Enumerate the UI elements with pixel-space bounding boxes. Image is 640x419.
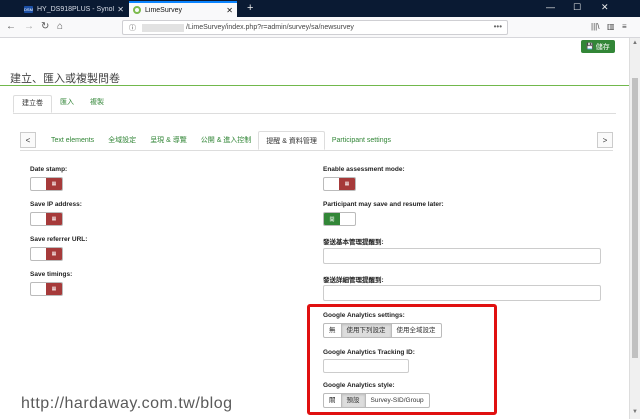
url-host-redacted [142, 23, 184, 32]
back-icon[interactable]: ← [6, 21, 16, 32]
date-stamp-label: Date stamp: [30, 166, 68, 173]
tab-label: LimeSurvey [145, 6, 182, 14]
toggle-off-icon: ▦ [46, 283, 62, 295]
save-referrer-label: Save referrer URL: [30, 236, 88, 243]
tab-create[interactable]: 建立卷 [13, 95, 52, 113]
tab-presentation[interactable]: 呈現 & 導覽 [143, 131, 194, 150]
toggle-on-label: 開 [324, 213, 340, 225]
limesurvey-icon [133, 6, 141, 14]
save-icon: 💾 [586, 44, 594, 50]
url-path: /LimeSurvey/index.php?r=admin/survey/sa/… [186, 24, 354, 31]
scroll-up-icon[interactable]: ▲ [632, 40, 638, 46]
save-ip-toggle[interactable]: ▦ [30, 212, 63, 226]
browser-navbar: ← → ↻ ⌂ ⓘ /LimeSurvey/index.php?r=admin/… [0, 17, 640, 38]
close-icon[interactable]: ✕ [226, 6, 233, 15]
save-ip-label: Save IP address: [30, 201, 82, 208]
annotation-highlight-box [307, 304, 497, 415]
save-button[interactable]: 💾 儲存 [581, 40, 615, 53]
assessment-label: Enable assessment mode: [323, 166, 405, 173]
toggle-off-icon: ▦ [46, 178, 62, 190]
scroll-left-button[interactable]: < [20, 132, 36, 148]
browser-tab-synology[interactable]: DSM HY_DS918PLUS - Synology D ✕ [20, 1, 128, 17]
url-bar[interactable]: ⓘ /LimeSurvey/index.php?r=admin/survey/s… [122, 20, 508, 35]
detailed-admin-email-input[interactable] [323, 285, 601, 301]
maximize-button[interactable]: ☐ [573, 2, 581, 13]
tab-label: HY_DS918PLUS - Synology D [37, 5, 114, 13]
reload-icon[interactable]: ↻ [41, 21, 49, 32]
tab-global-settings[interactable]: 全域設定 [101, 131, 143, 150]
save-resume-toggle[interactable]: 開 [323, 212, 356, 226]
menu-icon[interactable]: ≡ [622, 22, 627, 31]
new-tab-button[interactable]: + [247, 2, 253, 14]
save-referrer-toggle[interactable]: ▦ [30, 247, 63, 261]
basic-admin-email-input[interactable] [323, 248, 601, 264]
synology-icon: DSM [24, 5, 33, 13]
close-icon[interactable]: ✕ [117, 5, 124, 14]
title-divider [0, 85, 629, 86]
page-scrollbar[interactable]: ▲ ▼ [629, 38, 640, 419]
save-timings-toggle[interactable]: ▦ [30, 282, 63, 296]
toggle-off-icon: ▦ [46, 248, 62, 260]
basic-admin-label: 發送基本管理提醒到: [323, 239, 384, 246]
settings-subnav: < Text elements 全域設定 呈現 & 導覽 公開 & 進入控制 提… [20, 131, 613, 150]
detailed-admin-label: 發送詳細管理提醒到: [323, 277, 384, 284]
tab-text-elements[interactable]: Text elements [44, 131, 101, 150]
toggle-off-icon: ▦ [339, 178, 355, 190]
tab-copy[interactable]: 複製 [82, 95, 112, 113]
info-icon: ⓘ [129, 24, 136, 32]
save-resume-label: Participant may save and resume later: [323, 201, 444, 208]
library-icon[interactable]: |||\ [591, 22, 599, 31]
browser-tab-limesurvey[interactable]: LimeSurvey ✕ [129, 1, 237, 17]
toggle-off-icon: ▦ [46, 213, 62, 225]
close-window-button[interactable]: ✕ [601, 2, 609, 13]
page-actions-icon[interactable]: ••• [494, 22, 502, 31]
watermark-text: http://hardaway.com.tw/blog [21, 395, 233, 412]
tab-publication[interactable]: 公開 & 進入控制 [194, 131, 259, 150]
tab-participant-settings[interactable]: Participant settings [325, 131, 398, 150]
page-title: 建立、匯入或複製問卷 [10, 73, 120, 85]
minimize-button[interactable]: — [546, 2, 555, 12]
scroll-right-button[interactable]: > [597, 132, 613, 148]
scroll-down-icon[interactable]: ▼ [632, 409, 638, 415]
browser-titlebar: DSM HY_DS918PLUS - Synology D ✕ LimeSurv… [0, 0, 640, 17]
home-icon[interactable]: ⌂ [57, 21, 63, 32]
save-label: 儲存 [595, 43, 610, 51]
sidebar-icon[interactable]: ▥ [607, 22, 615, 31]
tabs-divider [13, 113, 616, 114]
subtabs-divider [20, 150, 613, 151]
forward-icon[interactable]: → [24, 21, 34, 32]
tab-notifications[interactable]: 提醒 & 資料管理 [258, 131, 325, 150]
save-timings-label: Save timings: [30, 271, 73, 278]
date-stamp-toggle[interactable]: ▦ [30, 177, 63, 191]
assessment-toggle[interactable]: ▦ [323, 177, 356, 191]
scrollbar-thumb[interactable] [632, 78, 638, 358]
tab-import[interactable]: 匯入 [52, 95, 82, 113]
main-tabs: 建立卷 匯入 複製 [13, 95, 112, 113]
